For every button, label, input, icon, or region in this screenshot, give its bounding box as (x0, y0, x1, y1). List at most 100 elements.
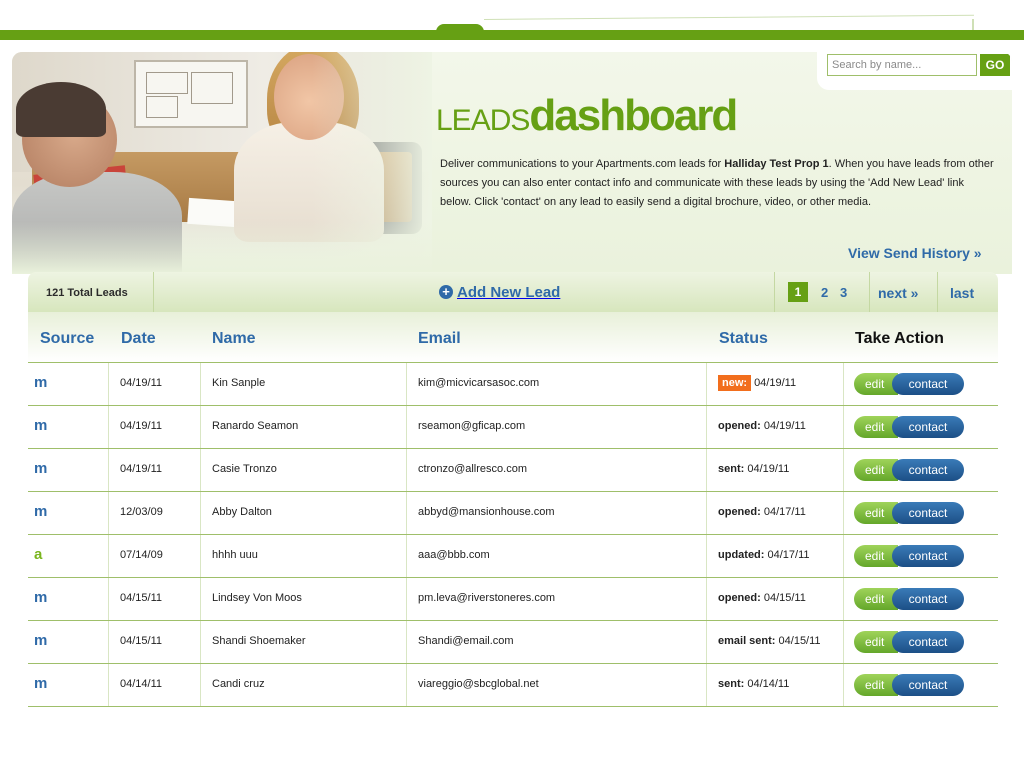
row-actions: edit contact (854, 545, 964, 567)
photo-man-hair (16, 82, 106, 137)
contact-button[interactable]: contact (892, 373, 964, 395)
col-status[interactable]: Status (719, 330, 768, 348)
source-m-icon: m (34, 589, 48, 606)
row-actions: edit contact (854, 416, 964, 438)
table-row: m 04/15/11 Shandi Shoemaker Shandi@email… (28, 621, 998, 664)
table-row: m 04/15/11 Lindsey Von Moos pm.leva@rive… (28, 578, 998, 621)
lead-email: viareggio@sbcglobal.net (418, 678, 539, 690)
source-a-icon: a (34, 546, 43, 563)
col-date[interactable]: Date (121, 330, 156, 348)
status-label: sent: (718, 678, 745, 690)
lead-name: Shandi Shoemaker (212, 635, 306, 647)
lead-date: 12/03/09 (120, 506, 163, 518)
lead-status: sent: 04/19/11 (718, 463, 789, 475)
lead-name: Lindsey Von Moos (212, 592, 302, 604)
status-date: 04/15/11 (778, 635, 821, 647)
last-page-link[interactable]: last (950, 285, 974, 301)
page-title-dashboard: dashboard (529, 91, 738, 140)
add-new-lead-label: Add New Lead (457, 284, 561, 301)
status-date: 04/19/11 (763, 420, 806, 432)
source-m-icon: m (34, 460, 48, 477)
col-name[interactable]: Name (212, 330, 256, 348)
top-bar (0, 30, 1024, 40)
source-m-icon: m (34, 675, 48, 692)
status-date: 04/14/11 (747, 678, 790, 690)
page-title: LEADSdashboard (436, 91, 738, 140)
page-title-leads: LEADS (436, 104, 530, 137)
lead-date: 04/15/11 (120, 592, 163, 604)
pagination: 1 2 3 (774, 272, 870, 312)
col-take-action: Take Action (855, 330, 944, 347)
status-date: 04/15/11 (763, 592, 806, 604)
lead-status: opened: 04/17/11 (718, 506, 806, 518)
contact-button[interactable]: contact (892, 502, 964, 524)
lead-date: 07/14/09 (120, 549, 163, 561)
lead-name: Candi cruz (212, 678, 265, 690)
total-leads-cell: 121 Total Leads (28, 272, 154, 312)
lead-status: sent: 04/14/11 (718, 678, 789, 690)
status-date: 04/17/11 (767, 549, 810, 561)
lead-name: Casie Tronzo (212, 463, 277, 475)
view-send-history-link[interactable]: View Send History » (848, 245, 982, 261)
source-m-icon: m (34, 632, 48, 649)
contact-button[interactable]: contact (892, 674, 964, 696)
search-input[interactable] (827, 54, 977, 76)
lead-date: 04/19/11 (120, 377, 163, 389)
lead-date: 04/19/11 (120, 463, 163, 475)
property-name: Halliday Test Prop 1 (724, 158, 829, 170)
contact-button[interactable]: contact (892, 588, 964, 610)
status-badge-new: new: (718, 375, 752, 391)
next-cell: next » (868, 272, 938, 312)
lead-email: pm.leva@riverstoneres.com (418, 592, 556, 604)
photo-floorplan-board (134, 60, 248, 128)
total-leads-count: 121 Total Leads (46, 287, 128, 299)
hero-header: GO LEADSdashboard Deliver communications… (12, 52, 1012, 274)
hero-photo (12, 52, 432, 274)
contact-button[interactable]: contact (892, 416, 964, 438)
table-row: m 04/14/11 Candi cruz viareggio@sbcgloba… (28, 664, 998, 707)
search-box: GO (817, 52, 1012, 90)
status-label: opened: (718, 420, 761, 432)
lead-status: email sent: 04/15/11 (718, 635, 821, 647)
source-m-icon: m (34, 374, 48, 391)
contact-button[interactable]: contact (892, 459, 964, 481)
go-button[interactable]: GO (980, 54, 1010, 76)
page-1-current[interactable]: 1 (788, 282, 808, 302)
contact-button[interactable]: contact (892, 631, 964, 653)
lead-email: Shandi@email.com (418, 635, 514, 647)
lead-email: rseamon@gficap.com (418, 420, 526, 432)
status-label: updated: (718, 549, 765, 561)
photo-fade-bottom (12, 222, 432, 274)
lead-name: Ranardo Seamon (212, 420, 299, 432)
lead-status: opened: 04/15/11 (718, 592, 806, 604)
description-pre: Deliver communications to your Apartment… (440, 158, 725, 170)
table-row: m 04/19/11 Casie Tronzo ctronzo@allresco… (28, 449, 998, 492)
source-m-icon: m (34, 417, 48, 434)
top-decor-line (483, 14, 974, 20)
next-page-link[interactable]: next » (878, 285, 918, 301)
lead-name: Kin Sanple (212, 377, 266, 389)
col-source[interactable]: Source (40, 330, 94, 348)
lead-status: updated: 04/17/11 (718, 549, 810, 561)
page-description: Deliver communications to your Apartment… (440, 155, 996, 212)
lead-status: new: 04/19/11 (718, 375, 796, 391)
status-label: opened: (718, 592, 761, 604)
row-actions: edit contact (854, 373, 964, 395)
lead-date: 04/14/11 (120, 678, 163, 690)
lead-email: abbyd@mansionhouse.com (418, 506, 555, 518)
add-new-lead-button[interactable]: + Add New Lead (439, 284, 560, 302)
page-2-link[interactable]: 2 (821, 285, 828, 300)
table-header: Source Date Name Email Status Take Actio… (28, 312, 998, 363)
contact-button[interactable]: contact (892, 545, 964, 567)
leads-table-body: m 04/19/11 Kin Sanple kim@micvicarsasoc.… (28, 363, 998, 707)
table-row: m 12/03/09 Abby Dalton abbyd@mansionhous… (28, 492, 998, 535)
lead-date: 04/15/11 (120, 635, 163, 647)
leads-toolbar: 121 Total Leads + Add New Lead 1 2 3 next… (28, 272, 998, 312)
lead-email: ctronzo@allresco.com (418, 463, 527, 475)
plus-circle-icon: + (439, 285, 453, 299)
table-row: m 04/19/11 Ranardo Seamon rseamon@gficap… (28, 406, 998, 449)
row-actions: edit contact (854, 588, 964, 610)
page-3-link[interactable]: 3 (840, 285, 847, 300)
col-email[interactable]: Email (418, 330, 461, 348)
lead-name: hhhh uuu (212, 549, 258, 561)
